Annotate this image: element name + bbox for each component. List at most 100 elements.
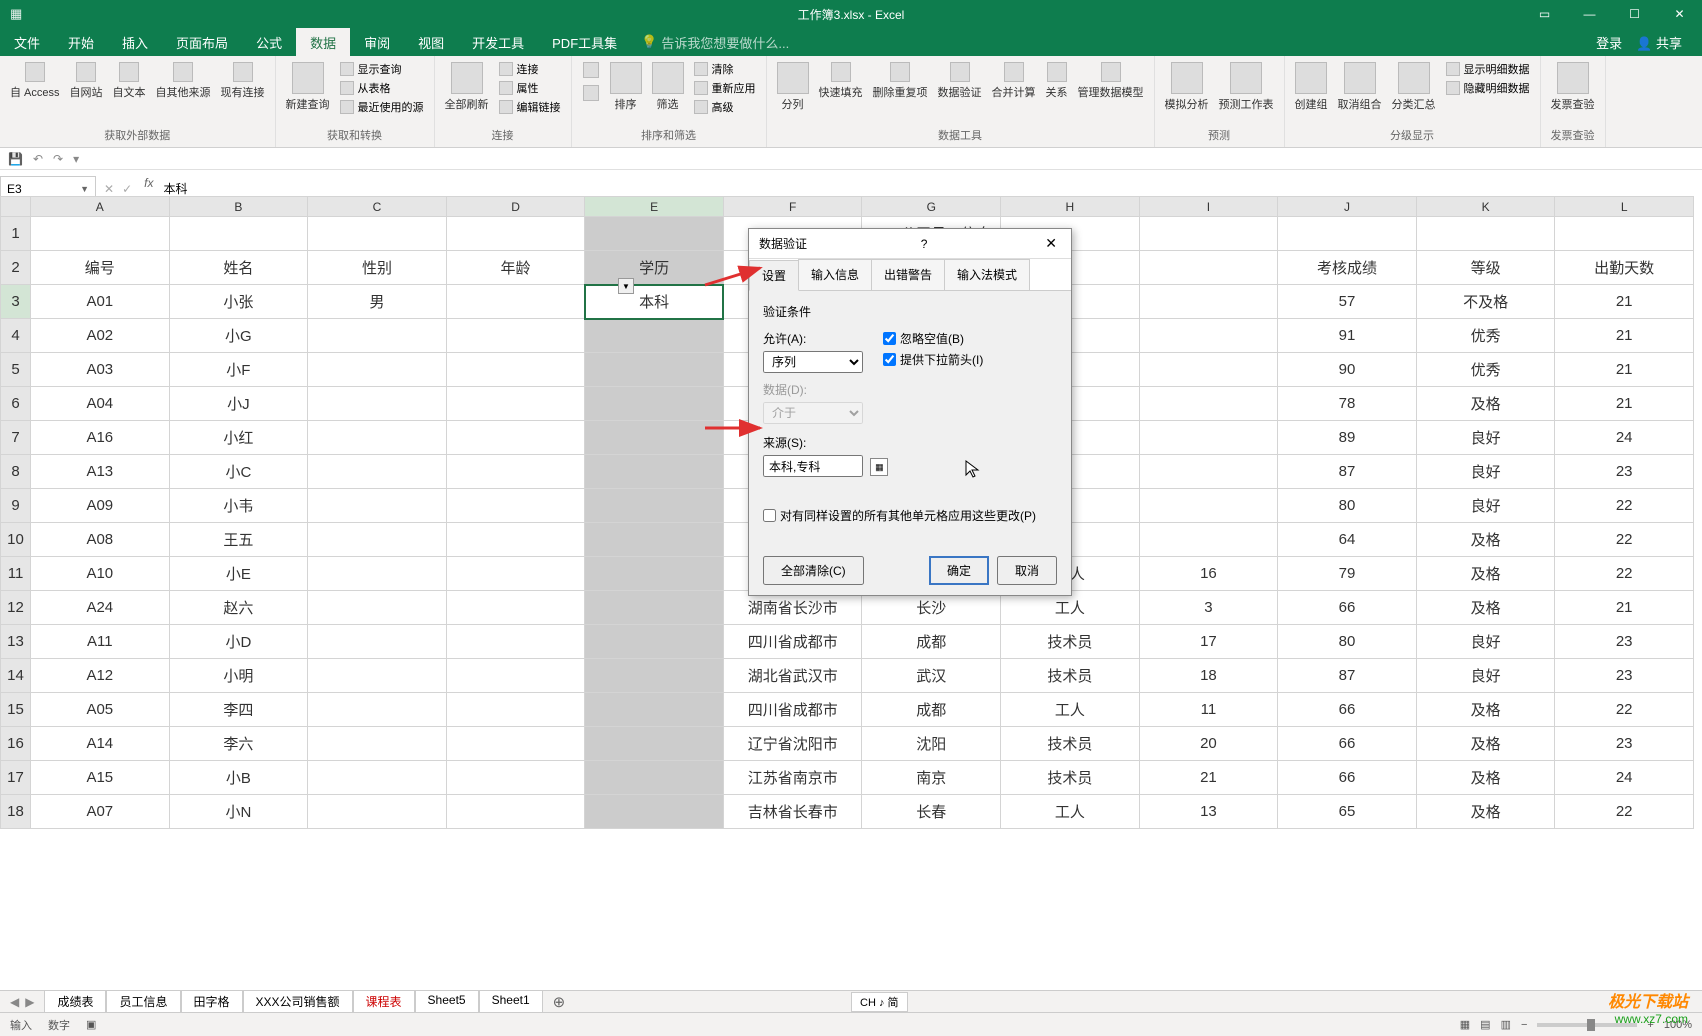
cell[interactable] bbox=[585, 421, 724, 455]
cell[interactable]: 17 bbox=[1139, 625, 1278, 659]
ime-indicator[interactable]: CH ♪ 简 bbox=[851, 992, 908, 1012]
cell[interactable]: 本科 bbox=[585, 285, 724, 319]
cell[interactable] bbox=[585, 319, 724, 353]
cell[interactable]: 优秀 bbox=[1416, 353, 1555, 387]
cell[interactable]: 成都 bbox=[862, 625, 1001, 659]
cell[interactable]: 吉林省长春市 bbox=[723, 795, 862, 829]
view-page-icon[interactable]: ▤ bbox=[1480, 1018, 1490, 1031]
cell[interactable] bbox=[446, 659, 585, 693]
btn-filter[interactable]: 筛选 bbox=[648, 60, 688, 114]
sheet-tab[interactable]: Sheet1 bbox=[479, 990, 543, 1014]
btn-from-text[interactable]: 自文本 bbox=[109, 60, 150, 102]
btn-from-other[interactable]: 自其他来源 bbox=[152, 60, 215, 102]
cell[interactable]: 工人 bbox=[1001, 693, 1140, 727]
cell[interactable] bbox=[308, 387, 447, 421]
cell[interactable] bbox=[585, 523, 724, 557]
btn-remove-dup[interactable]: 删除重复项 bbox=[869, 60, 932, 102]
col-header[interactable]: J bbox=[1278, 197, 1417, 217]
btn-refresh-all[interactable]: 全部刷新 bbox=[441, 60, 493, 114]
cell[interactable]: A01 bbox=[31, 285, 170, 319]
cell[interactable] bbox=[446, 353, 585, 387]
cell[interactable] bbox=[446, 591, 585, 625]
col-header[interactable]: D bbox=[446, 197, 585, 217]
cell[interactable] bbox=[308, 353, 447, 387]
cell[interactable]: 18 bbox=[1139, 659, 1278, 693]
cell[interactable] bbox=[446, 285, 585, 319]
cell[interactable]: 3 bbox=[1139, 591, 1278, 625]
cell[interactable] bbox=[1139, 455, 1278, 489]
btn-clear[interactable]: 清除 bbox=[690, 60, 760, 78]
ignore-blank-checkbox[interactable] bbox=[883, 332, 896, 345]
row-header[interactable]: 9 bbox=[1, 489, 31, 523]
btn-relationships[interactable]: 关系 bbox=[1042, 60, 1072, 102]
cell[interactable]: 78 bbox=[1278, 387, 1417, 421]
row-header[interactable]: 4 bbox=[1, 319, 31, 353]
cell[interactable]: 技术员 bbox=[1001, 659, 1140, 693]
cell[interactable]: 23 bbox=[1555, 625, 1694, 659]
minimize-icon[interactable]: — bbox=[1567, 0, 1612, 28]
row-header[interactable]: 6 bbox=[1, 387, 31, 421]
cell[interactable] bbox=[308, 523, 447, 557]
row-header[interactable]: 16 bbox=[1, 727, 31, 761]
tab-insert[interactable]: 插入 bbox=[108, 28, 162, 56]
sheet-tab[interactable]: 员工信息 bbox=[106, 990, 180, 1014]
cell[interactable]: 小J bbox=[169, 387, 308, 421]
cell[interactable] bbox=[308, 557, 447, 591]
cell[interactable] bbox=[446, 557, 585, 591]
btn-group[interactable]: 创建组 bbox=[1291, 60, 1332, 114]
dropdown-checkbox[interactable] bbox=[883, 353, 896, 366]
cell[interactable]: 辽宁省沈阳市 bbox=[723, 727, 862, 761]
cell[interactable]: 李四 bbox=[169, 693, 308, 727]
cell[interactable] bbox=[308, 319, 447, 353]
cell[interactable]: 长春 bbox=[862, 795, 1001, 829]
cell[interactable] bbox=[446, 693, 585, 727]
cell[interactable]: A13 bbox=[31, 455, 170, 489]
cell[interactable] bbox=[585, 659, 724, 693]
cell[interactable] bbox=[585, 693, 724, 727]
cell[interactable] bbox=[308, 489, 447, 523]
cell[interactable]: 小F bbox=[169, 353, 308, 387]
cell[interactable]: A24 bbox=[31, 591, 170, 625]
row-header[interactable]: 10 bbox=[1, 523, 31, 557]
btn-whatif[interactable]: 模拟分析 bbox=[1161, 60, 1213, 114]
cell[interactable]: 武汉 bbox=[862, 659, 1001, 693]
cell[interactable]: 及格 bbox=[1416, 523, 1555, 557]
cell[interactable]: 等级 bbox=[1416, 251, 1555, 285]
cell[interactable]: A10 bbox=[31, 557, 170, 591]
btn-forecast-sheet[interactable]: 预测工作表 bbox=[1215, 60, 1278, 114]
cell[interactable]: 工人 bbox=[1001, 795, 1140, 829]
cell[interactable] bbox=[446, 727, 585, 761]
cell[interactable]: 23 bbox=[1555, 727, 1694, 761]
cell[interactable]: A02 bbox=[31, 319, 170, 353]
cancel-edit-icon[interactable]: ✕ bbox=[104, 182, 114, 196]
cell[interactable] bbox=[1139, 285, 1278, 319]
cell[interactable]: 良好 bbox=[1416, 421, 1555, 455]
tab-home[interactable]: 开始 bbox=[54, 28, 108, 56]
sheet-tab[interactable]: XXX公司销售额 bbox=[243, 990, 353, 1014]
cell[interactable]: 性别 bbox=[308, 251, 447, 285]
dialog-tab-settings[interactable]: 设置 bbox=[749, 260, 799, 291]
col-header[interactable]: H bbox=[1001, 197, 1140, 217]
cell[interactable] bbox=[585, 387, 724, 421]
cell[interactable] bbox=[585, 795, 724, 829]
cell[interactable]: 57 bbox=[1278, 285, 1417, 319]
cell[interactable]: 22 bbox=[1555, 693, 1694, 727]
cell[interactable]: 79 bbox=[1278, 557, 1417, 591]
cell[interactable]: 小C bbox=[169, 455, 308, 489]
dialog-tab-ime[interactable]: 输入法模式 bbox=[944, 259, 1030, 290]
row-header[interactable]: 7 bbox=[1, 421, 31, 455]
row-header[interactable]: 18 bbox=[1, 795, 31, 829]
cell[interactable] bbox=[585, 489, 724, 523]
tab-developer[interactable]: 开发工具 bbox=[458, 28, 538, 56]
row-header[interactable]: 12 bbox=[1, 591, 31, 625]
cell[interactable] bbox=[1555, 217, 1694, 251]
cell[interactable]: 年龄 bbox=[446, 251, 585, 285]
dialog-title-bar[interactable]: 数据验证 ? ✕ bbox=[749, 229, 1071, 259]
tab-pdf[interactable]: PDF工具集 bbox=[538, 28, 631, 56]
sheet-nav-prev-icon[interactable]: ◀ bbox=[10, 995, 19, 1009]
cell[interactable]: 小N bbox=[169, 795, 308, 829]
cell[interactable]: 成都 bbox=[862, 693, 1001, 727]
sheet-tab[interactable]: 田字格 bbox=[181, 990, 243, 1014]
cell[interactable] bbox=[1139, 387, 1278, 421]
tab-layout[interactable]: 页面布局 bbox=[162, 28, 242, 56]
